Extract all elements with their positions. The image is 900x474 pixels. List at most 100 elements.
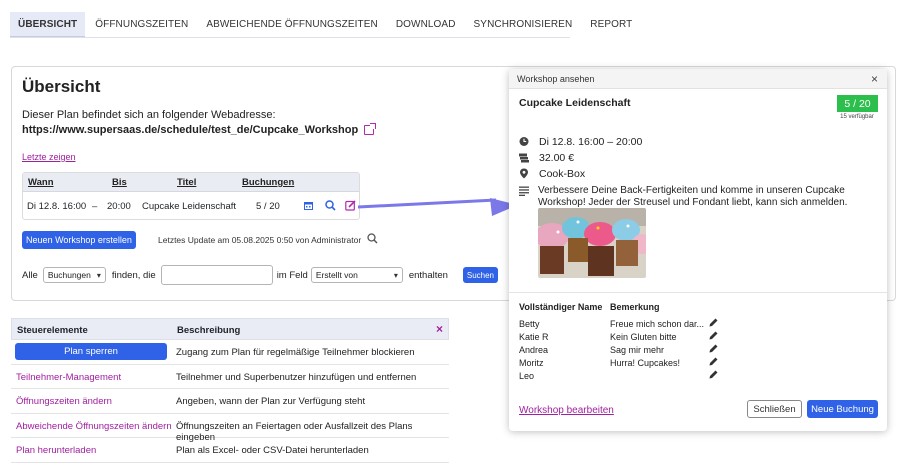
- filter-all-label: Alle: [22, 269, 38, 281]
- cell-buchungen: 5 / 20: [256, 201, 280, 212]
- available-text: 15 verfügbar: [840, 114, 874, 120]
- participant-remark: Hurra! Cupcakes!: [610, 358, 681, 368]
- plan-address-text: Dieser Plan befindet sich an folgender W…: [22, 109, 276, 121]
- close-icon[interactable]: ×: [436, 322, 443, 336]
- datetime-row: Di 12.8. 16:00 – 20:00: [519, 136, 642, 148]
- participant-remark: Kein Gluten bitte: [610, 332, 677, 342]
- money-icon: [519, 153, 529, 163]
- popup-header-title: Workshop ansehen: [517, 74, 595, 84]
- capacity-badge: 5 / 20: [837, 95, 878, 112]
- pencil-icon[interactable]: [709, 318, 718, 327]
- tab-report[interactable]: REPORT: [582, 12, 640, 38]
- change-exceptional-hours-link[interactable]: Abweichende Öffnungszeiten ändern: [16, 421, 172, 432]
- workshop-popup: Workshop ansehen × Cupcake Leidenschaft …: [509, 69, 887, 431]
- close-icon[interactable]: ×: [871, 72, 878, 86]
- tab-oeffnungszeiten[interactable]: ÖFFNUNGSZEITEN: [87, 12, 196, 38]
- booking-type-value: Buchungen: [47, 270, 91, 280]
- bookings-table-header: Wann Bis Titel Buchungen: [23, 173, 359, 192]
- header-buchungen[interactable]: Buchungen: [242, 177, 294, 188]
- participant-name: Leo: [519, 371, 535, 381]
- header-bis[interactable]: Bis: [112, 177, 127, 188]
- price-row: 32.00 €: [519, 152, 574, 164]
- tab-synchronisieren[interactable]: SYNCHRONISIEREN: [466, 12, 581, 38]
- plan-url: https://www.supersaas.de/schedule/test_d…: [22, 123, 377, 136]
- table-row: Öffnungszeiten ändern Angeben, wann der …: [11, 389, 449, 414]
- cell-titel: Cupcake Leidenschaft: [142, 201, 237, 212]
- plan-url-text: https://www.supersaas.de/schedule/test_d…: [22, 124, 359, 136]
- table-row[interactable]: Di 12.8. 16:00 – 20:00 Cupcake Leidensch…: [23, 192, 359, 220]
- tab-abweichende-oeffnungszeiten[interactable]: ABWEICHENDE ÖFFNUNGSZEITEN: [198, 12, 386, 38]
- calendar-icon[interactable]: [304, 201, 313, 210]
- tab-uebersicht[interactable]: ÜBERSICHT: [10, 12, 86, 38]
- new-workshop-button[interactable]: Neuen Workshop erstellen: [22, 231, 136, 249]
- description-icon: [519, 186, 529, 196]
- search-button[interactable]: Suchen: [462, 267, 498, 283]
- change-opening-hours-link[interactable]: Öffnungszeiten ändern: [16, 396, 112, 407]
- last-update-text: Letztes Update am 05.08.2025 0:50 von Ad…: [158, 235, 362, 245]
- location-row: Cook-Box: [519, 168, 585, 180]
- download-plan-link[interactable]: Plan herunterladen: [16, 445, 96, 456]
- header-beschreibung: Beschreibung: [177, 325, 241, 336]
- filter-find-label: finden, die: [111, 269, 156, 281]
- control-description: Plan als Excel- oder CSV-Datei herunterl…: [176, 445, 369, 456]
- tabs-divider: [10, 37, 570, 38]
- participant-name: Andrea: [519, 345, 549, 355]
- filter-search-input[interactable]: [160, 265, 273, 285]
- participant-remark: Freue mich schon dar...: [610, 319, 705, 329]
- participant-name: Katie R: [519, 332, 549, 342]
- field-select-value: Erstellt von: [315, 270, 358, 280]
- participant-name: Betty: [519, 319, 540, 329]
- pencil-icon[interactable]: [709, 331, 718, 340]
- filter-bar: Alle Buchungen ▾ finden, die im Feld Ers…: [22, 265, 498, 285]
- external-link-icon[interactable]: [364, 123, 377, 135]
- pointer-arrow: [358, 198, 518, 216]
- main-tabs: ÜBERSICHT ÖFFNUNGSZEITEN ABWEICHENDE ÖFF…: [10, 12, 642, 38]
- search-icon[interactable]: [325, 200, 336, 211]
- header-remark: Bemerkung: [610, 302, 660, 312]
- participant-management-link[interactable]: Teilnehmer-Management: [16, 372, 121, 383]
- show-last-link[interactable]: Letzte zeigen: [22, 152, 76, 162]
- pencil-icon[interactable]: [709, 357, 718, 366]
- workshop-description: Verbessere Deine Back-Fertigkeiten und k…: [538, 185, 848, 208]
- edit-workshop-link[interactable]: Workshop bearbeiten: [519, 405, 614, 416]
- cell-wann: Di 12.8. 16:00: [27, 201, 87, 212]
- new-booking-button[interactable]: Neue Buchung: [807, 400, 878, 418]
- header-full-name: Vollständiger Name: [519, 302, 603, 312]
- control-description: Teilnehmer und Superbenutzer hinzufügen …: [176, 371, 417, 383]
- table-row: Teilnehmer-Management Teilnehmer und Sup…: [11, 365, 449, 389]
- table-row: Plan sperren Zugang zum Plan für regelmä…: [11, 340, 449, 365]
- filter-field-label: im Feld: [276, 269, 308, 281]
- workshop-datetime: Di 12.8. 16:00 – 20:00: [539, 136, 643, 148]
- lock-plan-button[interactable]: Plan sperren: [15, 343, 167, 360]
- controls-table-header: Steuerelemente Beschreibung ×: [11, 318, 449, 340]
- bookings-table: Wann Bis Titel Buchungen Di 12.8. 16:00 …: [22, 172, 360, 220]
- pencil-icon[interactable]: [709, 370, 718, 379]
- table-row: Abweichende Öffnungszeiten ändern Öffnun…: [11, 414, 449, 443]
- participant-remark: Sag mir mehr: [610, 345, 665, 355]
- participant-name: Moritz: [519, 358, 544, 368]
- page-title: Übersicht: [22, 77, 101, 96]
- header-titel[interactable]: Titel: [177, 177, 196, 188]
- edit-icon[interactable]: [345, 200, 356, 211]
- search-icon[interactable]: [367, 233, 378, 244]
- control-description: Angeben, wann der Plan zur Verfügung ste…: [176, 396, 366, 407]
- control-description: Zugang zum Plan für regelmäßige Teilnehm…: [176, 347, 415, 358]
- pencil-icon[interactable]: [709, 344, 718, 353]
- booking-type-select[interactable]: Buchungen ▾: [42, 267, 106, 283]
- workshop-location: Cook-Box: [539, 168, 586, 180]
- header-wann[interactable]: Wann: [28, 177, 54, 188]
- controls-table: Steuerelemente Beschreibung × Plan sperr…: [11, 318, 449, 474]
- cell-dash: –: [92, 201, 98, 212]
- close-button[interactable]: Schließen: [747, 400, 802, 418]
- tab-download[interactable]: DOWNLOAD: [388, 12, 464, 38]
- filter-contains-label: enthalten: [408, 269, 448, 281]
- chevron-down-icon: ▾: [393, 270, 398, 280]
- cupcakes-image: [538, 208, 646, 278]
- field-select[interactable]: Erstellt von ▾: [310, 267, 403, 283]
- popup-header: Workshop ansehen ×: [509, 69, 887, 89]
- clock-icon: [519, 137, 529, 146]
- header-steuerelemente: Steuerelemente: [17, 325, 88, 336]
- cell-bis: 20:00: [107, 201, 131, 212]
- workshop-price: 32.00 €: [539, 152, 575, 164]
- workshop-title: Cupcake Leidenschaft: [519, 97, 631, 109]
